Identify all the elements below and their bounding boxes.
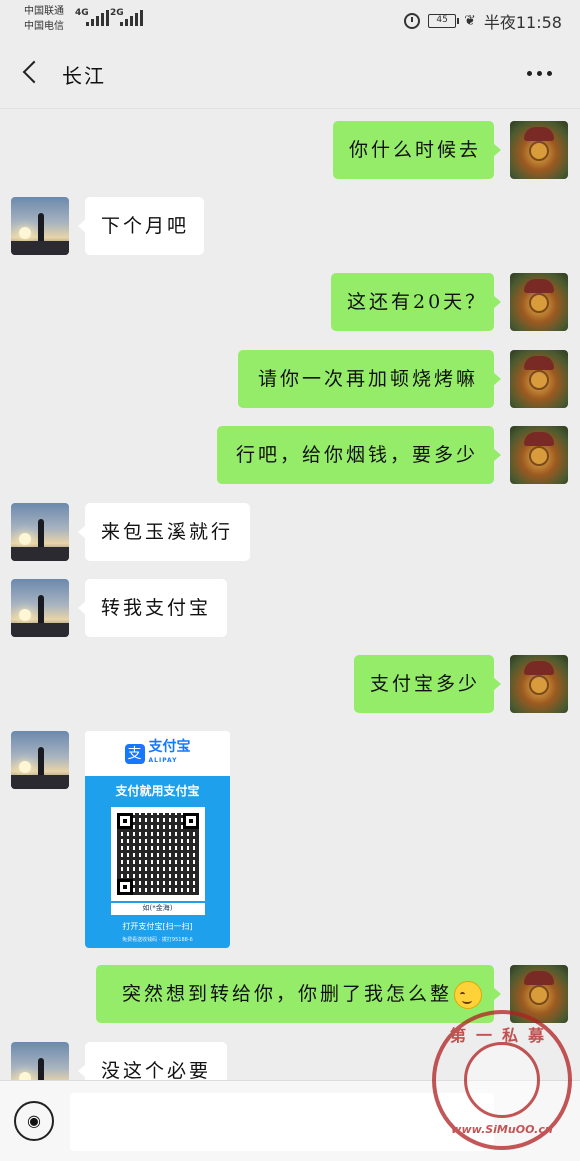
- chat-title: 长江: [62, 64, 106, 88]
- battery-icon: 45: [428, 14, 460, 28]
- message-bubble-sent[interactable]: 你什么时候去: [333, 121, 501, 179]
- contact-avatar[interactable]: [11, 503, 69, 561]
- more-dots-icon[interactable]: [527, 71, 552, 76]
- my-avatar[interactable]: [510, 426, 568, 484]
- watermark-stamp: 第一私募 www.SiMuOO.cn: [432, 1010, 572, 1150]
- alipay-brand: 支付宝 ALIPAY: [149, 740, 191, 768]
- message-text: 突然想到转给你，你删了我怎么整: [121, 983, 452, 1005]
- message-bubble-sent[interactable]: 这还有20天？: [331, 273, 501, 331]
- message-bubble-sent[interactable]: 突然想到转给你，你删了我怎么整: [96, 965, 501, 1023]
- message-bubble-received[interactable]: 下个月吧: [78, 197, 204, 255]
- voice-input-icon[interactable]: ◉: [14, 1101, 54, 1141]
- contact-avatar[interactable]: [11, 579, 69, 637]
- alipay-body: 支付就用支付宝 如(*金海) 打开支付宝[扫一扫] 免费看送收钱码 · 拨打95…: [85, 776, 230, 948]
- chat-header: 长江: [0, 40, 580, 109]
- my-avatar[interactable]: [510, 655, 568, 713]
- contact-avatar[interactable]: [11, 731, 69, 789]
- back-chevron-icon[interactable]: [18, 60, 44, 86]
- contact-avatar[interactable]: [11, 197, 69, 255]
- message-bubble-sent[interactable]: 行吧，给你烟钱，要多少: [217, 426, 501, 484]
- alipay-footer: 免费看送收钱码 · 拨打95188-6: [122, 937, 193, 943]
- alipay-header: 支 支付宝 ALIPAY: [85, 731, 230, 776]
- message-bubble-received[interactable]: 转我支付宝: [78, 579, 227, 637]
- alipay-account-name: 如(*金海): [110, 903, 205, 915]
- watermark-logo-icon: [464, 1042, 540, 1118]
- carrier-2: 中国电信: [24, 21, 64, 32]
- alarm-icon: [404, 13, 421, 29]
- embarrassed-emoji-icon: [454, 981, 482, 1009]
- status-bar: 中国联通 中国电信 4G 2G 45 ❦ 半夜11:58: [0, 0, 580, 40]
- my-avatar[interactable]: [510, 350, 568, 408]
- watermark-url: www.SiMuOO.cn: [451, 1123, 553, 1136]
- alipay-qr-card[interactable]: 支 支付宝 ALIPAY 支付就用支付宝 如(*金海) 打开支付宝[扫一扫] 免…: [85, 731, 230, 948]
- carrier-info: 中国联通 中国电信: [24, 4, 64, 34]
- my-avatar[interactable]: [510, 121, 568, 179]
- status-right: 45 ❦ 半夜11:58: [404, 9, 562, 33]
- signal-bars-1-icon: [86, 10, 109, 26]
- message-input[interactable]: [70, 1093, 494, 1151]
- alipay-brand-en: ALIPAY: [148, 756, 178, 764]
- carrier-1: 中国联通: [24, 6, 64, 17]
- message-bubble-received[interactable]: 来包玉溪就行: [78, 503, 250, 561]
- my-avatar[interactable]: [510, 273, 568, 331]
- alipay-logo-icon: 支: [124, 743, 145, 764]
- message-bubble-sent[interactable]: 请你一次再加顿烧烤嘛: [238, 350, 501, 408]
- leaf-icon: ❦: [464, 13, 476, 29]
- alipay-headline: 支付就用支付宝: [115, 784, 200, 798]
- alipay-scan-hint: 打开支付宝[扫一扫]: [122, 922, 193, 931]
- qr-code-icon[interactable]: [110, 807, 205, 901]
- alipay-brand-cn: 支付宝: [148, 738, 191, 755]
- signal-bars-2-icon: [120, 10, 143, 26]
- message-bubble-sent[interactable]: 支付宝多少: [354, 655, 501, 713]
- status-time: 半夜11:58: [483, 13, 562, 32]
